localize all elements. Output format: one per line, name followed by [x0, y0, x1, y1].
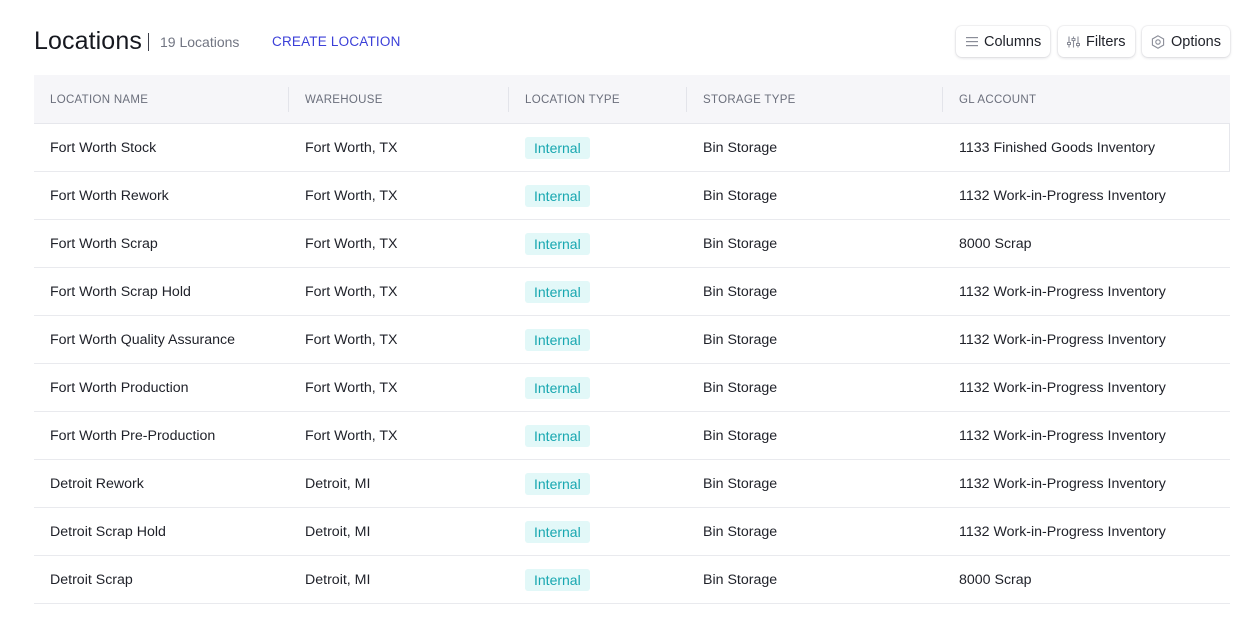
cell-location-name: Detroit Scrap Hold — [50, 523, 166, 540]
cell-gl-account: 1132 Work-in-Progress Inventory — [959, 283, 1166, 300]
cell-location-name: Detroit Rework — [50, 475, 144, 492]
page-title: Locations — [34, 27, 142, 55]
menu-lines-icon — [966, 37, 978, 47]
cell-warehouse: Fort Worth, TX — [305, 379, 398, 396]
columns-button[interactable]: Columns — [956, 26, 1050, 57]
cell-storage-type: Bin Storage — [703, 139, 778, 156]
cell-location-type: Internal — [509, 124, 687, 171]
cell-location-type: Internal — [509, 508, 687, 555]
location-type-badge: Internal — [525, 568, 590, 591]
cell-location-type: Internal — [509, 268, 687, 315]
cell-warehouse: Fort Worth, TX — [305, 187, 398, 204]
cell-location-name: Fort Worth Rework — [50, 187, 169, 204]
location-type-badge: Internal — [525, 136, 590, 159]
cell-gl-account: 1132 Work-in-Progress Inventory — [959, 475, 1166, 492]
cell-warehouse: Fort Worth, TX — [305, 283, 398, 300]
cell-storage-type: Bin Storage — [703, 187, 778, 204]
table-row[interactable]: Fort Worth Pre-Production Fort Worth, TX… — [34, 412, 1230, 460]
cell-gl-account: 1132 Work-in-Progress Inventory — [959, 427, 1166, 444]
table-row[interactable]: Fort Worth Scrap Hold Fort Worth, TX Int… — [34, 268, 1230, 316]
cell-location-name: Fort Worth Quality Assurance — [50, 331, 236, 348]
location-type-badge: Internal — [525, 520, 590, 543]
cell-location-type: Internal — [509, 460, 687, 507]
cell-location-type: Internal — [509, 220, 687, 267]
cell-location-type: Internal — [509, 412, 687, 459]
hexagon-settings-icon — [1151, 34, 1165, 49]
column-header-warehouse[interactable]: WAREHOUSE — [289, 75, 509, 124]
column-header-location-name[interactable]: LOCATION NAME — [34, 75, 289, 124]
cell-warehouse: Detroit, MI — [305, 475, 371, 492]
filters-label: Filters — [1086, 33, 1126, 50]
cell-location-type: Internal — [509, 316, 687, 363]
create-location-button[interactable]: CREATE LOCATION — [272, 34, 401, 49]
page-header: Locations 19 Locations CREATE LOCATION C… — [34, 26, 1230, 58]
row-edge-divider — [1229, 124, 1230, 171]
cell-location-name: Detroit Scrap — [50, 571, 133, 588]
options-button[interactable]: Options — [1142, 26, 1230, 57]
table-row[interactable]: Fort Worth Quality Assurance Fort Worth,… — [34, 316, 1230, 364]
options-label: Options — [1171, 33, 1221, 50]
cell-gl-account: 1133 Finished Goods Inventory — [959, 139, 1156, 156]
cell-location-name: Fort Worth Stock — [50, 139, 157, 156]
cell-storage-type: Bin Storage — [703, 235, 778, 252]
cell-gl-account: 1132 Work-in-Progress Inventory — [959, 331, 1166, 348]
cell-warehouse: Detroit, MI — [305, 523, 371, 540]
table-row[interactable]: Fort Worth Production Fort Worth, TX Int… — [34, 364, 1230, 412]
filters-button[interactable]: Filters — [1058, 26, 1135, 57]
table-row[interactable]: Detroit Scrap Detroit, MI Internal Bin S… — [34, 556, 1230, 604]
table-row[interactable]: Detroit Scrap Hold Detroit, MI Internal … — [34, 508, 1230, 556]
cell-storage-type: Bin Storage — [703, 475, 778, 492]
cell-location-type: Internal — [509, 364, 687, 411]
location-type-badge: Internal — [525, 424, 590, 447]
cell-storage-type: Bin Storage — [703, 523, 778, 540]
location-count: 19 Locations — [160, 34, 240, 50]
table-row[interactable]: Fort Worth Rework Fort Worth, TX Interna… — [34, 172, 1230, 220]
cell-gl-account: 1132 Work-in-Progress Inventory — [959, 187, 1166, 204]
table-row[interactable]: Fort Worth Stock Fort Worth, TX Internal… — [34, 124, 1230, 172]
sliders-icon — [1067, 36, 1080, 47]
cell-warehouse: Fort Worth, TX — [305, 331, 398, 348]
cell-location-name: Fort Worth Scrap Hold — [50, 283, 191, 300]
cell-gl-account: 1132 Work-in-Progress Inventory — [959, 379, 1166, 396]
cell-location-name: Fort Worth Scrap — [50, 235, 158, 252]
cell-warehouse: Fort Worth, TX — [305, 235, 398, 252]
cell-gl-account: 8000 Scrap — [959, 571, 1032, 588]
columns-label: Columns — [984, 33, 1042, 50]
cell-location-name: Fort Worth Production — [50, 379, 189, 396]
title-divider — [148, 33, 149, 51]
cell-storage-type: Bin Storage — [703, 331, 778, 348]
cell-location-type: Internal — [509, 172, 687, 219]
column-header-location-type[interactable]: LOCATION TYPE — [509, 75, 687, 124]
cell-location-type: Internal — [509, 556, 687, 603]
cell-gl-account: 1132 Work-in-Progress Inventory — [959, 523, 1166, 540]
location-type-badge: Internal — [525, 328, 590, 351]
table-row[interactable]: Fort Worth Scrap Fort Worth, TX Internal… — [34, 220, 1230, 268]
cell-storage-type: Bin Storage — [703, 427, 778, 444]
locations-table: LOCATION NAME WAREHOUSE LOCATION TYPE ST… — [34, 75, 1230, 604]
cell-warehouse: Fort Worth, TX — [305, 139, 398, 156]
table-row[interactable]: Detroit Rework Detroit, MI Internal Bin … — [34, 460, 1230, 508]
location-type-badge: Internal — [525, 184, 590, 207]
cell-storage-type: Bin Storage — [703, 379, 778, 396]
table-header: LOCATION NAME WAREHOUSE LOCATION TYPE ST… — [34, 75, 1230, 124]
location-type-badge: Internal — [525, 472, 590, 495]
location-type-badge: Internal — [525, 232, 590, 255]
location-type-badge: Internal — [525, 376, 590, 399]
cell-location-name: Fort Worth Pre-Production — [50, 427, 216, 444]
column-header-storage-type[interactable]: STORAGE TYPE — [687, 75, 943, 124]
cell-storage-type: Bin Storage — [703, 283, 778, 300]
cell-warehouse: Fort Worth, TX — [305, 427, 398, 444]
column-header-gl-account[interactable]: GL ACCOUNT — [943, 75, 1230, 124]
location-type-badge: Internal — [525, 280, 590, 303]
cell-gl-account: 8000 Scrap — [959, 235, 1032, 252]
cell-warehouse: Detroit, MI — [305, 571, 371, 588]
cell-storage-type: Bin Storage — [703, 571, 778, 588]
